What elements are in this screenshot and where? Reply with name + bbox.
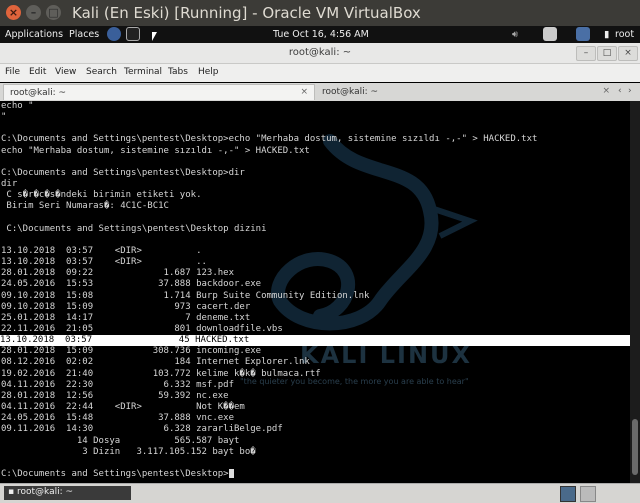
gnome-top-bar: Applications Places Tue Oct 16, 4:56 AM …: [0, 26, 640, 43]
terminal-line: 09.11.2016 14:30 6.328 zararliBelge.pdf: [1, 424, 283, 435]
terminal-line: C s�r�c�s�ndeki birimin etiketi yok.: [1, 190, 202, 201]
tab-2[interactable]: root@kali: ~ ×: [316, 84, 616, 100]
menu-tabs[interactable]: Tabs: [168, 67, 188, 77]
terminal-line: 24.05.2016 15:53 37.888 backdoor.exe: [1, 279, 262, 290]
menu-view[interactable]: View: [55, 67, 76, 77]
terminal-tab-bar: root@kali: ~ × root@kali: ~ × ‹ ›: [0, 83, 640, 102]
tab-1[interactable]: root@kali: ~ ×: [3, 84, 315, 100]
menu-edit[interactable]: Edit: [29, 67, 46, 77]
terminal-title: root@kali: ~: [288, 47, 352, 58]
tab-2-close-icon[interactable]: ×: [602, 86, 610, 96]
tab-scroll-left-icon[interactable]: ‹: [618, 86, 622, 96]
bottom-taskbar: ▪ root@kali: ~: [0, 483, 640, 503]
terminal-line: echo ": [1, 101, 34, 111]
tab-scroll-right-icon[interactable]: ›: [628, 86, 632, 96]
terminal-line: 22.11.2016 21:05 801 downloadfile.vbs: [1, 324, 283, 334]
network-icon[interactable]: [576, 27, 590, 41]
scrollbar-thumb[interactable]: [632, 419, 638, 475]
tab-2-label: root@kali: ~: [322, 87, 379, 97]
terminal-line: 3 Dizin 3.117.105.152 bayt bo�: [1, 446, 256, 457]
terminal-line: 04.11.2016 22:30 6.332 msf.pdf: [1, 379, 234, 390]
terminal-line: echo "Merhaba dostum, sistemine sızıldı …: [1, 145, 310, 156]
terminal-line: C:\Documents and Settings\pentest\Deskto…: [1, 167, 245, 178]
taskbar-window-button[interactable]: ▪ root@kali: ~: [4, 486, 131, 500]
browser-icon[interactable]: [107, 27, 121, 41]
terminal-line: C:\Documents and Settings\pentest\Deskto…: [1, 134, 538, 145]
menu-search[interactable]: Search: [86, 67, 117, 77]
terminal-line: C:\Documents and Settings\pentest\Deskto…: [1, 468, 234, 480]
menu-terminal[interactable]: Terminal: [124, 67, 162, 77]
terminal-maximize-button[interactable]: □: [597, 46, 617, 61]
terminal-line: 13.10.2018 03:57 45 HACKED.txt: [0, 335, 630, 347]
workspace-1[interactable]: [560, 486, 576, 502]
terminal-line: 28.01.2018 12:56 59.392 nc.exe: [1, 390, 229, 401]
mouse-pointer-icon: [152, 32, 157, 41]
terminal-close-button[interactable]: ×: [618, 46, 638, 61]
window-close-button[interactable]: ×: [6, 5, 21, 20]
workspace-2[interactable]: [580, 486, 596, 502]
terminal-output[interactable]: KALI LINUX "the quieter you become, the …: [0, 101, 630, 483]
menu-help[interactable]: Help: [198, 67, 219, 77]
terminal-line: 25.01.2018 14:17 7 deneme.txt: [1, 312, 251, 323]
window-maximize-button[interactable]: □: [46, 5, 61, 20]
terminal-line: Birim Seri Numaras�: 4C1C-BC1C: [1, 201, 169, 212]
window-minimize-button[interactable]: –: [26, 5, 41, 20]
user-menu[interactable]: root: [615, 29, 634, 40]
terminal-scrollbar[interactable]: [630, 101, 640, 483]
taskbar-window-label: root@kali: ~: [16, 487, 74, 497]
terminal-line: 28.01.2018 09:22 1.687 123.hex: [1, 268, 234, 279]
terminal-line: 09.10.2018 15:09 973 cacert.der: [1, 301, 251, 312]
terminal-line: 09.10.2018 15:08 1.714 Burp Suite Commun…: [1, 290, 370, 301]
window-title: Kali (En Eski) [Running] - Oracle VM Vir…: [72, 4, 421, 22]
terminal-line: 13.10.2018 03:57 <DIR> .: [1, 245, 202, 256]
terminal-minimize-button[interactable]: –: [576, 46, 596, 61]
clock[interactable]: Tue Oct 16, 4:56 AM: [273, 29, 369, 40]
volume-icon[interactable]: 🔊︎: [512, 29, 518, 40]
clipboard-icon[interactable]: [543, 27, 557, 41]
terminal-title-bar: root@kali: ~ – □ ×: [0, 43, 640, 64]
tab-1-label: root@kali: ~: [10, 88, 67, 98]
terminal-line: 14 Dosya 565.587 bayt: [1, 435, 240, 446]
user-menu-icon[interactable]: ▮: [604, 29, 609, 40]
applications-menu[interactable]: Applications: [5, 29, 63, 40]
terminal-line: 19.02.2016 21:40 103.772 kelime k�k� bul…: [1, 368, 321, 379]
terminal-line: 08.12.2016 02:02 184 Internet Explorer.l…: [1, 357, 310, 368]
taskbar-terminal-icon: ▪: [8, 487, 17, 497]
terminal-cursor: [228, 468, 234, 478]
terminal-line: ": [1, 112, 7, 123]
terminal-line: dir: [1, 179, 18, 190]
terminal-launcher-icon[interactable]: [126, 27, 140, 41]
places-menu[interactable]: Places: [69, 29, 99, 40]
terminal-line: C:\Documents and Settings\pentest\Deskto…: [1, 223, 267, 234]
virtualbox-title-bar: × – □ Kali (En Eski) [Running] - Oracle …: [0, 0, 640, 26]
terminal-line: 04.11.2016 22:44 <DIR> Not K��em: [1, 402, 245, 413]
terminal-line: 24.05.2016 15:48 37.888 vnc.exe: [1, 413, 234, 424]
terminal-menu-bar: File Edit View Search Terminal Tabs Help: [0, 64, 640, 82]
tab-1-close-icon[interactable]: ×: [300, 87, 308, 97]
menu-file[interactable]: File: [5, 67, 20, 77]
terminal-line: 13.10.2018 03:57 <DIR> ..: [1, 257, 207, 268]
terminal-line: 28.01.2018 15:09 308.736 incoming.exe: [1, 346, 262, 357]
